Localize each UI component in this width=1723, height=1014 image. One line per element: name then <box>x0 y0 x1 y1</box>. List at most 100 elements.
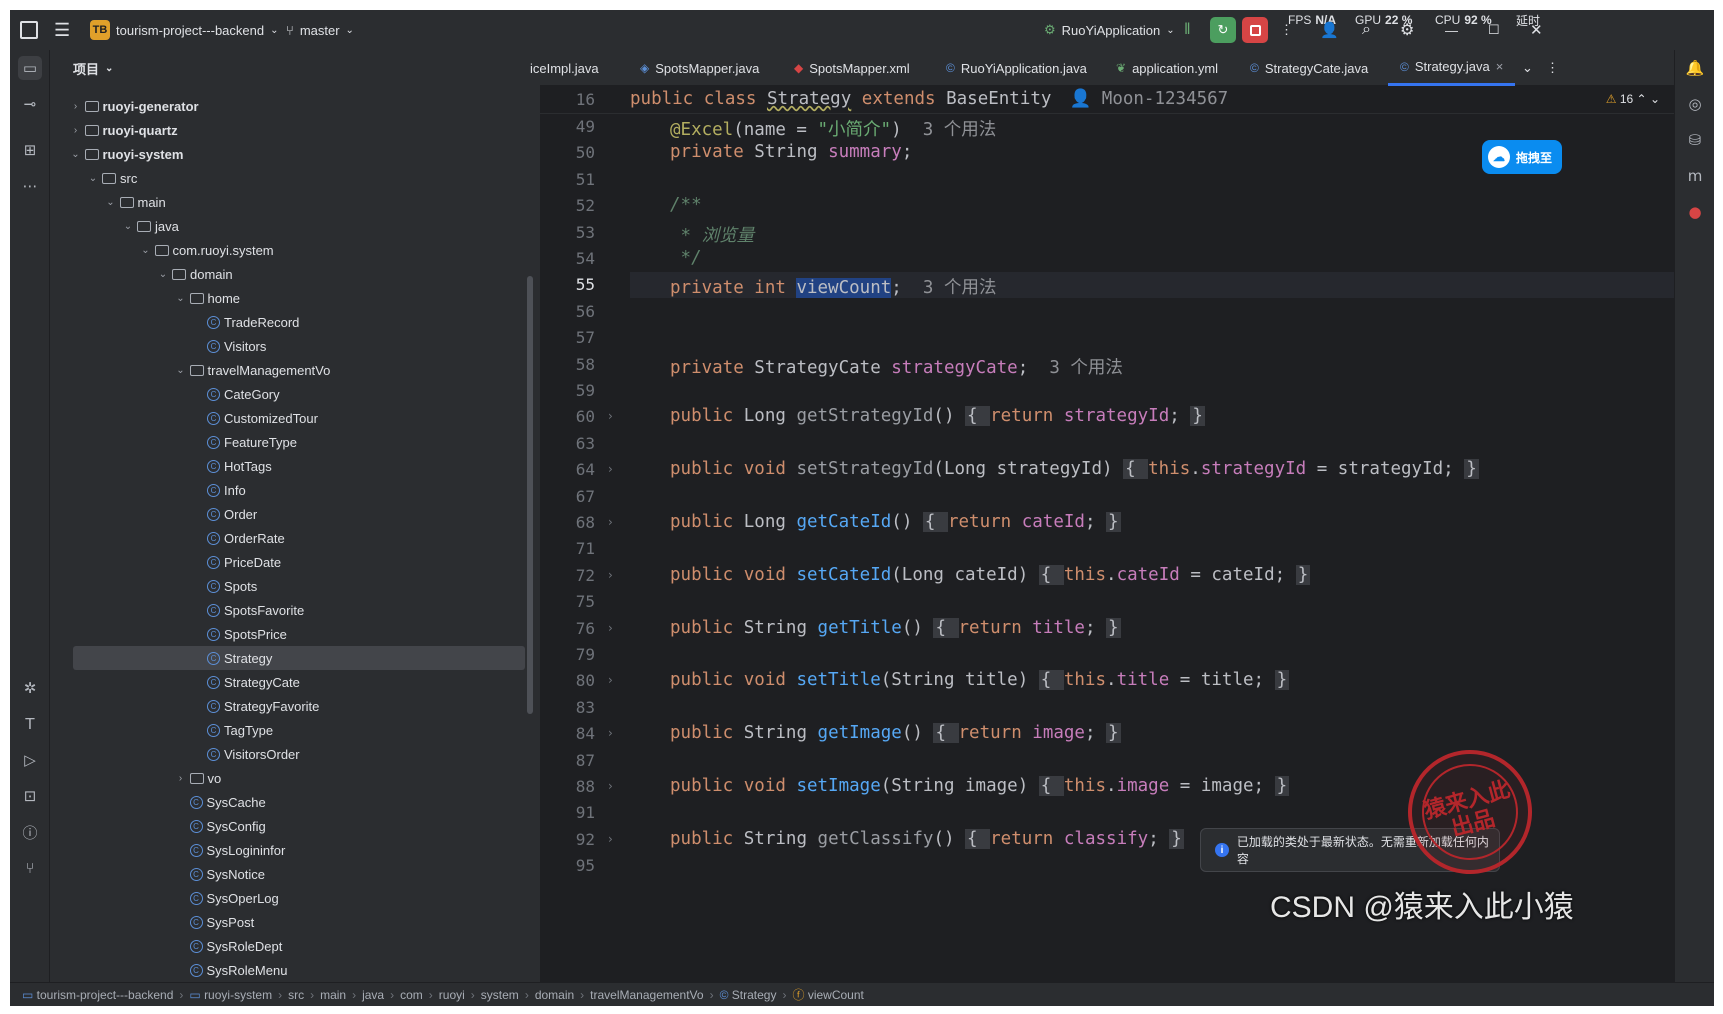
tree-scrollbar[interactable] <box>527 276 533 714</box>
breadcrumb-item[interactable]: system <box>481 988 519 1002</box>
chevron-right-icon[interactable]: › <box>69 101 83 112</box>
tree-item-vo[interactable]: › vo <box>51 766 531 790</box>
tree-item-spotsprice[interactable]: C SpotsPrice <box>51 622 531 646</box>
tree-item-ruoyi-generator[interactable]: › ruoyi-generator <box>51 94 531 118</box>
chevron-down-icon[interactable]: ⌄ <box>174 293 188 304</box>
tree-item-strategy[interactable]: C Strategy <box>73 646 525 670</box>
tree-item-spotsfavorite[interactable]: C SpotsFavorite <box>51 598 531 622</box>
tree-item-sysroledept[interactable]: C SysRoleDept <box>51 934 531 958</box>
tree-item-pricedate[interactable]: C PriceDate <box>51 550 531 574</box>
notifications-bell-icon[interactable]: 🔔 <box>1683 56 1707 80</box>
breadcrumb-item[interactable]: travelManagementVo <box>590 988 703 1002</box>
tab-strategycate-java[interactable]: © StrategyCate.java <box>1250 50 1368 86</box>
branch-selector[interactable]: ⑂ master ⌄ <box>286 10 354 50</box>
fold-chevron-icon[interactable]: › <box>608 673 613 687</box>
tree-item-syscache[interactable]: C SysCache <box>51 790 531 814</box>
tree-item-sysnotice[interactable]: C SysNotice <box>51 862 531 886</box>
breadcrumb-item[interactable]: ⓕ viewCount <box>792 986 863 1003</box>
tree-item-home[interactable]: ⌄ home <box>51 286 531 310</box>
run-config-selector[interactable]: ⚙ RuoYiApplication ⌄ <box>1044 10 1175 50</box>
stop-button[interactable] <box>1242 17 1268 43</box>
maximize-icon[interactable]: ☐ <box>1488 10 1500 50</box>
chevron-down-icon[interactable]: ⌄ <box>104 197 118 208</box>
tree-item-featuretype[interactable]: C FeatureType <box>51 430 531 454</box>
database-icon[interactable]: ⛁ <box>1683 128 1707 152</box>
project-folder-icon[interactable]: ▭ <box>18 56 42 80</box>
add-user-icon[interactable]: 👤 <box>1320 10 1339 50</box>
breadcrumb-item[interactable]: com <box>400 988 423 1002</box>
ai-assistant-icon[interactable]: ◎ <box>1683 92 1707 116</box>
breadcrumb-item[interactable]: © Strategy <box>720 988 777 1002</box>
tree-item-syspost[interactable]: C SysPost <box>51 910 531 934</box>
tree-item-spots[interactable]: C Spots <box>51 574 531 598</box>
chevron-down-icon[interactable]: ⌄ <box>139 245 153 256</box>
chevron-down-icon[interactable]: ⌄ <box>121 221 135 232</box>
tree-item-traderecord[interactable]: C TradeRecord <box>51 310 531 334</box>
terminal-icon[interactable]: ⊡ <box>18 784 42 808</box>
chevron-down-icon[interactable]: ⌄ <box>156 269 170 280</box>
tree-item-sysrolemenu[interactable]: C SysRoleMenu <box>51 958 531 982</box>
tree-item-orderrate[interactable]: C OrderRate <box>51 526 531 550</box>
minimize-icon[interactable]: — <box>1445 10 1458 50</box>
tab-ruoyiapplication-java[interactable]: © RuoYiApplication.java <box>946 50 1087 86</box>
tab-more-icon[interactable]: ⋮ <box>1546 50 1559 86</box>
plugin-icon[interactable]: ● <box>1683 200 1707 224</box>
tree-item-main[interactable]: ⌄ main <box>51 190 531 214</box>
tree-item-com-ruoyi-system[interactable]: ⌄ com.ruoyi.system <box>51 238 531 262</box>
search-icon[interactable]: ⌕ <box>1362 10 1371 50</box>
fold-chevron-icon[interactable]: › <box>608 409 613 423</box>
tab-strategy-java[interactable]: © Strategy.java × <box>1388 50 1516 86</box>
tree-item-java[interactable]: ⌄ java <box>51 214 531 238</box>
tree-item-tagtype[interactable]: C TagType <box>51 718 531 742</box>
app-logo-icon[interactable] <box>20 10 38 50</box>
breadcrumb-item[interactable]: ▭ ruoyi-system <box>189 988 272 1002</box>
tree-item-ruoyi-quartz[interactable]: › ruoyi-quartz <box>51 118 531 142</box>
tree-item-domain[interactable]: ⌄ domain <box>51 262 531 286</box>
project-panel-header[interactable]: 项目 ⌄ <box>51 50 540 86</box>
chevron-down-icon[interactable]: ⌄ <box>174 365 188 376</box>
breadcrumb-item[interactable]: java <box>362 988 384 1002</box>
rerun-button[interactable]: ↻ <box>1210 17 1236 43</box>
chevron-down-icon[interactable]: ⌄ <box>86 173 100 184</box>
fold-chevron-icon[interactable]: › <box>608 568 613 582</box>
fold-chevron-icon[interactable]: › <box>608 621 613 635</box>
problems-icon[interactable]: ⓘ <box>18 820 42 844</box>
breadcrumb-item[interactable]: domain <box>535 988 574 1002</box>
chevron-down-icon[interactable]: ⌄ <box>69 149 83 160</box>
debug-bug-icon[interactable]: ✲ <box>18 676 42 700</box>
tree-item-hottags[interactable]: C HotTags <box>51 454 531 478</box>
breadcrumb-item[interactable]: src <box>288 988 304 1002</box>
tree-item-ruoyi-system[interactable]: ⌄ ruoyi-system <box>51 142 531 166</box>
build-hammer-icon[interactable]: T <box>18 712 42 736</box>
main-menu-icon[interactable]: ☰ <box>54 10 70 50</box>
tab-spotsmapper-xml[interactable]: ◆ SpotsMapper.xml <box>794 50 910 86</box>
tab-iceimpl-java[interactable]: iceImpl.java <box>530 50 599 86</box>
git-icon[interactable]: ⑂ <box>18 856 42 880</box>
tree-item-visitors[interactable]: C Visitors <box>51 334 531 358</box>
tree-item-src[interactable]: ⌄ src <box>51 166 531 190</box>
chevron-up-icon[interactable]: ⌃ ⌄ <box>1633 92 1660 106</box>
tree-item-sysconfig[interactable]: C SysConfig <box>51 814 531 838</box>
run-services-icon[interactable]: ▷ <box>18 748 42 772</box>
commit-icon[interactable]: ⊸ <box>18 92 42 116</box>
close-icon[interactable]: ✕ <box>1530 10 1543 50</box>
fold-chevron-icon[interactable]: › <box>608 515 613 529</box>
tree-item-travelmanagementvo[interactable]: ⌄ travelManagementVo <box>51 358 531 382</box>
breadcrumb-item[interactable]: ruoyi <box>439 988 465 1002</box>
chevron-right-icon[interactable]: › <box>69 125 83 136</box>
tab-spotsmapper-java[interactable]: ◈ SpotsMapper.java <box>640 50 759 86</box>
tree-item-strategyfavorite[interactable]: C StrategyFavorite <box>51 694 531 718</box>
settings-gear-icon[interactable]: ⚙ <box>1400 10 1414 50</box>
tree-item-order[interactable]: C Order <box>51 502 531 526</box>
tree-item-customizedtour[interactable]: C CustomizedTour <box>51 406 531 430</box>
cloud-drag-widget[interactable]: ☁ 拖拽至 <box>1482 140 1562 174</box>
tab-close-icon[interactable]: × <box>1496 59 1504 74</box>
fold-chevron-icon[interactable]: › <box>608 726 613 740</box>
tree-item-info[interactable]: C Info <box>51 478 531 502</box>
tree-item-sysoperlog[interactable]: C SysOperLog <box>51 886 531 910</box>
structure-icon[interactable]: ⊞ <box>18 138 42 162</box>
warnings-indicator[interactable]: ⚠ 16 ⌃ ⌄ <box>1606 92 1660 106</box>
debug-pause-icon[interactable]: ‖ <box>1184 10 1191 50</box>
tree-item-visitorsorder[interactable]: C VisitorsOrder <box>51 742 531 766</box>
breadcrumb-item[interactable]: ▭ tourism-project---backend <box>22 988 173 1002</box>
